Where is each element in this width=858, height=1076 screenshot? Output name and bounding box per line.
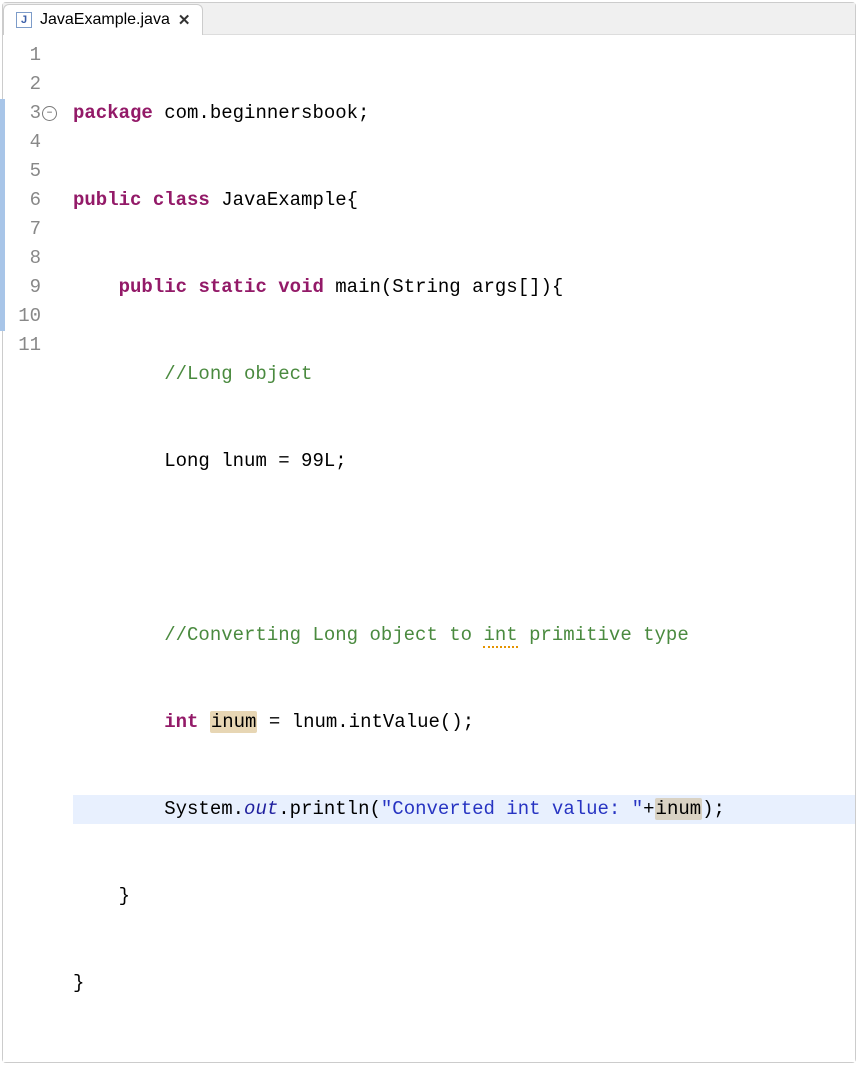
line-number: 7 (3, 215, 55, 244)
code-line[interactable]: public static void main(String args[]){ (73, 273, 855, 302)
change-marker (0, 273, 5, 302)
line-number: 2 (3, 70, 55, 99)
variable-write-highlight: inum (210, 711, 258, 733)
change-marker (0, 244, 5, 273)
line-number: 9 (3, 273, 55, 302)
code-line[interactable]: //Converting Long object to int primitiv… (73, 621, 855, 650)
code-line[interactable]: Long lnum = 99L; (73, 447, 855, 476)
change-marker (0, 99, 5, 128)
line-number: 3– (3, 99, 55, 128)
editor-pane: J JavaExample.java ✕ 1 2 3– 4 5 6 7 8 9 … (2, 2, 856, 1063)
code-line[interactable]: } (73, 882, 855, 911)
editor-tab-active[interactable]: J JavaExample.java ✕ (3, 4, 203, 35)
code-content[interactable]: package com.beginnersbook; public class … (59, 41, 855, 1056)
line-number: 4 (3, 128, 55, 157)
line-number: 10 (3, 302, 55, 331)
line-number: 6 (3, 186, 55, 215)
code-line-current[interactable]: System.out.println("Converted int value:… (73, 795, 855, 824)
fold-minus-icon[interactable]: – (42, 106, 57, 121)
variable-read-highlight: inum (655, 798, 703, 820)
editor-tab-bar: J JavaExample.java ✕ (3, 3, 855, 35)
java-file-icon: J (16, 12, 32, 28)
change-marker (0, 215, 5, 244)
line-number: 1 (3, 41, 55, 70)
line-number-gutter: 1 2 3– 4 5 6 7 8 9 10 11 (3, 41, 59, 1056)
code-line[interactable] (73, 534, 855, 563)
line-number: 11 (3, 331, 55, 360)
code-line[interactable]: //Long object (73, 360, 855, 389)
tab-filename: JavaExample.java (40, 11, 170, 29)
code-line[interactable]: package com.beginnersbook; (73, 99, 855, 128)
change-marker (0, 128, 5, 157)
change-marker (0, 157, 5, 186)
code-line[interactable]: } (73, 969, 855, 998)
change-marker (0, 186, 5, 215)
close-icon[interactable]: ✕ (178, 11, 191, 29)
code-line[interactable]: public class JavaExample{ (73, 186, 855, 215)
change-marker (0, 302, 5, 331)
code-editor[interactable]: 1 2 3– 4 5 6 7 8 9 10 11 package com.beg… (3, 35, 855, 1062)
code-line[interactable]: int inum = lnum.intValue(); (73, 708, 855, 737)
line-number: 5 (3, 157, 55, 186)
line-number: 8 (3, 244, 55, 273)
